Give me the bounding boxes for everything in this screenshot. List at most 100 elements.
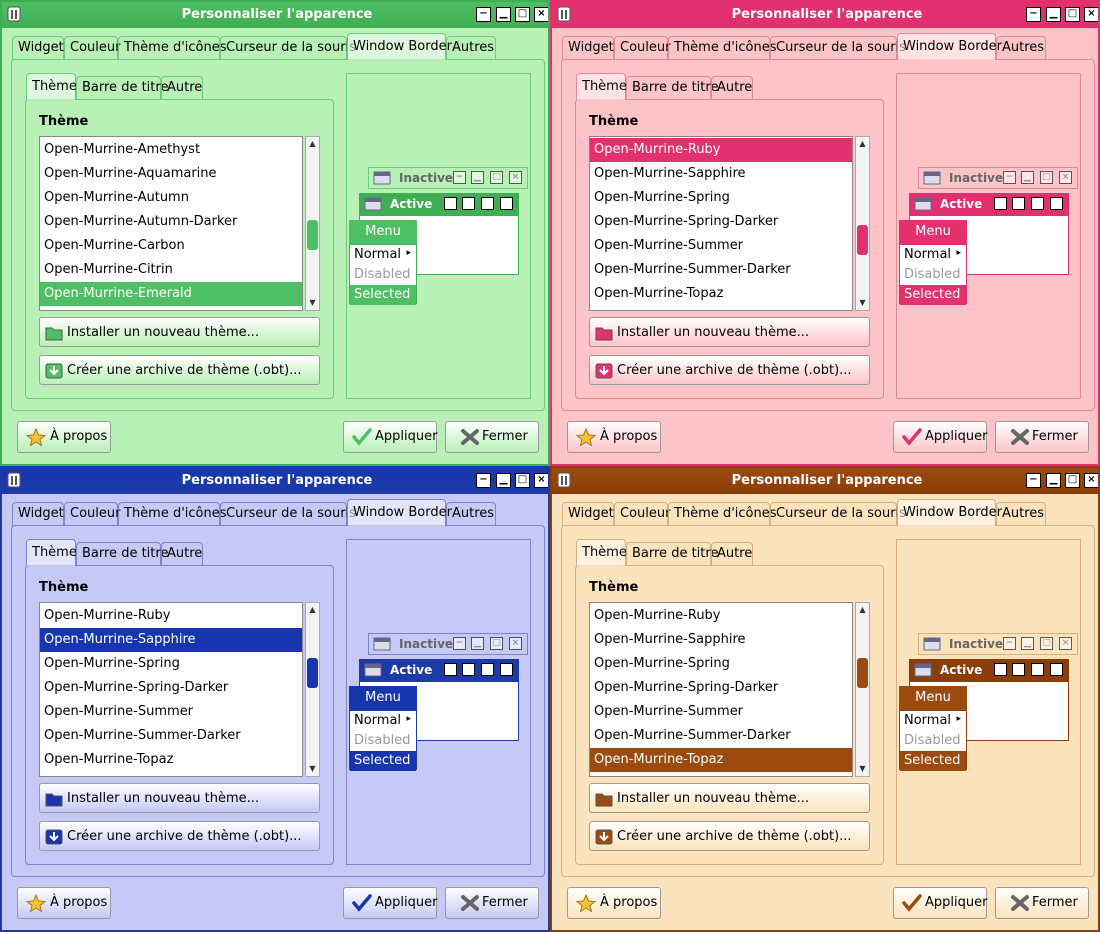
scroll-thumb[interactable] <box>857 658 868 688</box>
theme-list-item[interactable]: Open-Murrine-Summer <box>590 700 852 724</box>
apply-button[interactable]: Appliquer <box>893 887 987 919</box>
scroll-thumb[interactable] <box>307 220 318 250</box>
theme-list[interactable]: Open-Murrine-Amethyst Open-Murrine-Aquama… <box>39 136 303 311</box>
subtab-theme[interactable]: Thème <box>26 539 77 566</box>
theme-list-item[interactable]: Open-Murrine-Topaz <box>40 748 302 772</box>
install-theme-button[interactable]: Installer un nouveau thème... <box>39 783 320 813</box>
tab-curseur-souris[interactable]: Curseur de la souris <box>220 36 356 60</box>
scroll-thumb[interactable] <box>857 225 868 255</box>
tab-window-border[interactable]: Window Border <box>897 33 1002 60</box>
theme-list-item[interactable]: Open-Murrine-Sapphire <box>590 628 852 652</box>
apply-button[interactable]: Appliquer <box>343 887 437 919</box>
subtab-autre[interactable]: Autre <box>711 542 753 566</box>
tab-theme-icones[interactable]: Thème d'icônes <box>118 36 227 60</box>
scroll-down-arrow-icon[interactable]: ▼ <box>857 763 868 775</box>
maximize-button[interactable]: □ <box>515 7 530 22</box>
tab-couleur[interactable]: Couleur <box>614 502 670 526</box>
theme-list-item[interactable]: Open-Murrine-Spring-Darker <box>590 210 852 234</box>
subtab-barre-titre[interactable]: Barre de titre <box>626 542 718 566</box>
tab-couleur[interactable]: Couleur <box>64 36 120 60</box>
minimize-button[interactable]: − <box>1026 7 1041 22</box>
subtab-theme[interactable]: Thème <box>26 73 77 100</box>
theme-list-item[interactable]: Open-Murrine-Summer <box>590 234 852 258</box>
create-archive-button[interactable]: Créer une archive de thème (.obt)... <box>589 821 870 851</box>
close-window-button[interactable]: × <box>1084 473 1098 488</box>
theme-list-item[interactable]: Open-Murrine-Autumn-Darker <box>40 210 302 234</box>
theme-list-item[interactable]: Open-Murrine-Topaz <box>590 282 852 306</box>
tab-curseur-souris[interactable]: Curseur de la souris <box>770 36 906 60</box>
tab-widget[interactable]: Widget <box>562 502 614 526</box>
scroll-down-arrow-icon[interactable]: ▼ <box>857 297 868 309</box>
close-button[interactable]: Fermer <box>445 887 539 919</box>
about-button[interactable]: À propos <box>567 421 661 453</box>
restore-button[interactable]: ▁ <box>496 473 511 488</box>
close-button[interactable]: Fermer <box>995 421 1089 453</box>
close-window-button[interactable]: × <box>534 473 548 488</box>
apply-button[interactable]: Appliquer <box>893 421 987 453</box>
subtab-barre-titre[interactable]: Barre de titre <box>76 76 168 100</box>
theme-list-item[interactable]: Open-Murrine-Ruby <box>590 604 852 628</box>
tab-autres[interactable]: Autres <box>446 36 496 60</box>
tab-theme-icones[interactable]: Thème d'icônes <box>118 502 227 526</box>
create-archive-button[interactable]: Créer une archive de thème (.obt)... <box>39 821 320 851</box>
scroll-up-arrow-icon[interactable]: ▲ <box>307 604 318 616</box>
tab-curseur-souris[interactable]: Curseur de la souris <box>770 502 906 526</box>
minimize-button[interactable]: − <box>476 7 491 22</box>
theme-list-item[interactable]: Open-Murrine-Amethyst <box>40 138 302 162</box>
subtab-theme[interactable]: Thème <box>576 73 627 100</box>
theme-list-item[interactable]: Open-Murrine-Summer <box>40 700 302 724</box>
theme-list[interactable]: Open-Murrine-Ruby Open-Murrine-Sapphire Op… <box>589 602 853 777</box>
tab-widget[interactable]: Widget <box>12 36 64 60</box>
close-window-button[interactable]: × <box>1084 7 1098 22</box>
tab-widget[interactable]: Widget <box>562 36 614 60</box>
about-button[interactable]: À propos <box>17 887 111 919</box>
tab-autres[interactable]: Autres <box>996 502 1046 526</box>
tab-window-border[interactable]: Window Border <box>347 499 452 526</box>
maximize-button[interactable]: □ <box>1065 7 1080 22</box>
scroll-up-arrow-icon[interactable]: ▲ <box>857 604 868 616</box>
theme-list-item[interactable]: Open-Murrine-Topaz <box>590 748 852 772</box>
theme-list-scrollbar[interactable]: ▲ ▼ <box>855 602 870 777</box>
theme-list-item[interactable]: Open-Murrine-Ruby <box>40 604 302 628</box>
scroll-thumb[interactable] <box>307 658 318 688</box>
tab-theme-icones[interactable]: Thème d'icônes <box>668 502 777 526</box>
subtab-barre-titre[interactable]: Barre de titre <box>626 76 718 100</box>
install-theme-button[interactable]: Installer un nouveau thème... <box>39 317 320 347</box>
tab-curseur-souris[interactable]: Curseur de la souris <box>220 502 356 526</box>
theme-list-item[interactable]: Open-Murrine-Autumn <box>40 186 302 210</box>
about-button[interactable]: À propos <box>17 421 111 453</box>
theme-list-item[interactable]: Open-Murrine-Summer-Darker <box>590 724 852 748</box>
close-window-button[interactable]: × <box>534 7 548 22</box>
theme-list-item[interactable]: Open-Murrine-Spring-Darker <box>590 676 852 700</box>
theme-list-item[interactable]: Open-Murrine-Spring <box>40 652 302 676</box>
tab-window-border[interactable]: Window Border <box>347 33 452 60</box>
theme-list-item[interactable]: Open-Murrine-Sapphire <box>40 628 302 652</box>
tab-couleur[interactable]: Couleur <box>614 36 670 60</box>
theme-list-scrollbar[interactable]: ▲ ▼ <box>305 136 320 311</box>
tab-autres[interactable]: Autres <box>996 36 1046 60</box>
about-button[interactable]: À propos <box>567 887 661 919</box>
subtab-autre[interactable]: Autre <box>161 76 203 100</box>
maximize-button[interactable]: □ <box>515 473 530 488</box>
close-button[interactable]: Fermer <box>445 421 539 453</box>
theme-list-item[interactable]: Open-Murrine-Citrin <box>40 258 302 282</box>
install-theme-button[interactable]: Installer un nouveau thème... <box>589 783 870 813</box>
theme-list-item[interactable]: Open-Murrine-Summer-Darker <box>40 724 302 748</box>
theme-list-scrollbar[interactable]: ▲ ▼ <box>305 602 320 777</box>
restore-button[interactable]: ▁ <box>1046 473 1061 488</box>
theme-list-item[interactable]: Open-Murrine-Spring <box>590 652 852 676</box>
theme-list[interactable]: Open-Murrine-Ruby Open-Murrine-Sapphire Op… <box>589 136 853 311</box>
theme-list-item[interactable]: Open-Murrine-Ruby <box>590 138 852 162</box>
install-theme-button[interactable]: Installer un nouveau thème... <box>589 317 870 347</box>
theme-list[interactable]: Open-Murrine-Ruby Open-Murrine-Sapphire Op… <box>39 602 303 777</box>
create-archive-button[interactable]: Créer une archive de thème (.obt)... <box>39 355 320 385</box>
theme-list-item[interactable]: Open-Murrine-Summer-Darker <box>590 258 852 282</box>
subtab-autre[interactable]: Autre <box>161 542 203 566</box>
tab-widget[interactable]: Widget <box>12 502 64 526</box>
theme-list-item[interactable]: Open-Murrine-Spring <box>590 186 852 210</box>
theme-list-item[interactable]: Open-Murrine-Emerald <box>40 282 302 306</box>
subtab-barre-titre[interactable]: Barre de titre <box>76 542 168 566</box>
tab-window-border[interactable]: Window Border <box>897 499 1002 526</box>
scroll-up-arrow-icon[interactable]: ▲ <box>307 138 318 150</box>
apply-button[interactable]: Appliquer <box>343 421 437 453</box>
